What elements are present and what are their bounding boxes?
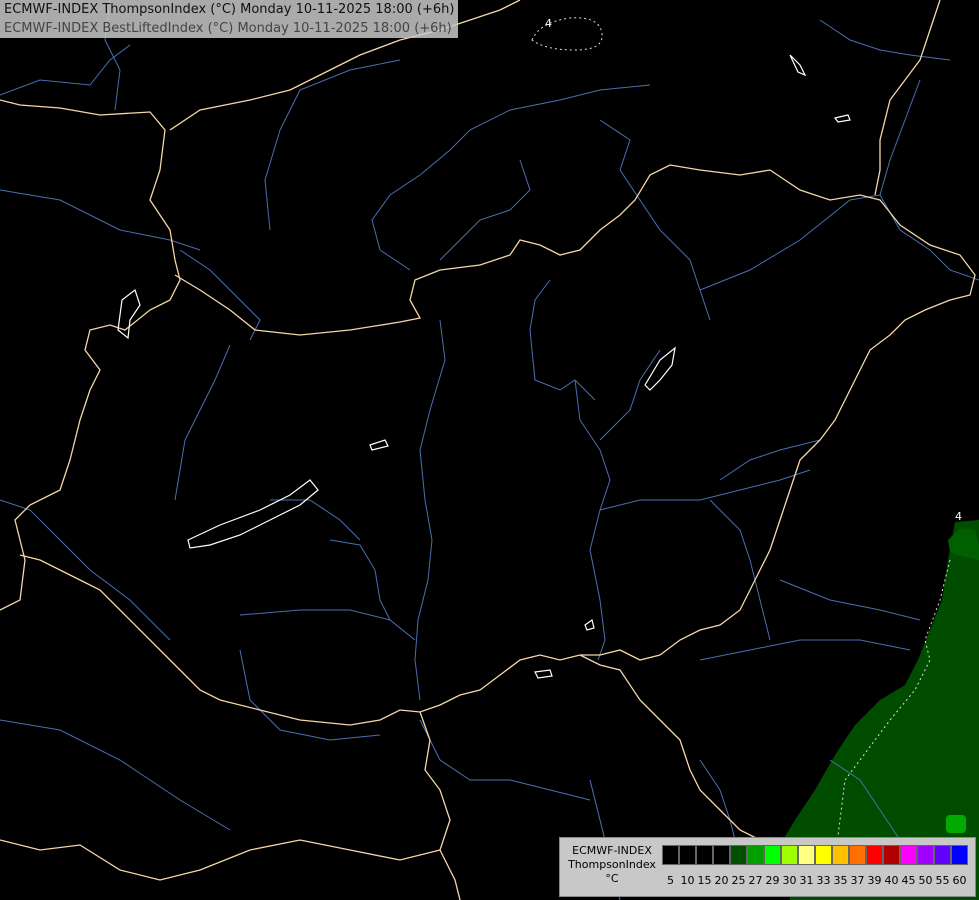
legend-tick-label: 40 [884, 874, 899, 887]
legend-swatch [662, 845, 679, 865]
legend-tick-label: 35 [833, 874, 848, 887]
legend-swatch [696, 845, 713, 865]
legend-swatch [679, 845, 696, 865]
legend-swatch [713, 845, 730, 865]
legend-tick-label: 29 [765, 874, 780, 887]
legend-tick-label: 60 [952, 874, 967, 887]
title-line-bestlifted: ECMWF-INDEX BestLiftedIndex (°C) Monday … [4, 21, 452, 36]
legend-swatch [883, 845, 900, 865]
title-line-thompson: ECMWF-INDEX ThompsonIndex (°C) Monday 10… [4, 2, 455, 17]
legend-swatch [747, 845, 764, 865]
legend-title-unit: °C [605, 872, 619, 885]
legend-tick-label: 31 [799, 874, 814, 887]
legend-tick-label: 25 [731, 874, 746, 887]
legend-swatch [900, 845, 917, 865]
legend-tick-label: 45 [901, 874, 916, 887]
legend-tick-label: 33 [816, 874, 831, 887]
legend-title: ECMWF-INDEX ThompsonIndex °C [564, 844, 660, 886]
legend-swatch [832, 845, 849, 865]
contour-label: 4 [955, 510, 962, 523]
legend-tick-label: 20 [714, 874, 729, 887]
legend-swatch [781, 845, 798, 865]
contour-label: 4 [545, 17, 552, 30]
legend-tick-label: 37 [850, 874, 865, 887]
legend-swatch [764, 845, 781, 865]
legend-swatch [934, 845, 951, 865]
legend-tick-label: 5 [667, 874, 674, 887]
legend-tick-label: 50 [918, 874, 933, 887]
legend-tick-label: 55 [935, 874, 950, 887]
legend-swatch [849, 845, 866, 865]
legend-swatch [815, 845, 832, 865]
legend-swatch [917, 845, 934, 865]
legend-tick-label: 27 [748, 874, 763, 887]
legend-swatch [798, 845, 815, 865]
index-field-cell [946, 815, 966, 833]
legend-swatch [951, 845, 968, 865]
legend-tick-label: 30 [782, 874, 797, 887]
legend-title-index: ThompsonIndex [568, 858, 656, 871]
legend-swatch [866, 845, 883, 865]
color-legend: ECMWF-INDEX ThompsonIndex °C 5 10 15 20 25 27… [559, 837, 976, 897]
map-title: ECMWF-INDEX ThompsonIndex (°C) Monday 10… [0, 0, 459, 38]
legend-ticks: 5 10 15 20 25 27 29 30 31 33 35 37 39 40 45 50 55 60 [662, 874, 968, 887]
legend-swatches [662, 845, 968, 865]
legend-swatch [730, 845, 747, 865]
legend-tick-label: 10 [680, 874, 695, 887]
weather-map: 4 4 [0, 0, 979, 900]
legend-title-source: ECMWF-INDEX [572, 844, 652, 857]
legend-tick-label: 15 [697, 874, 712, 887]
legend-tick-label: 39 [867, 874, 882, 887]
